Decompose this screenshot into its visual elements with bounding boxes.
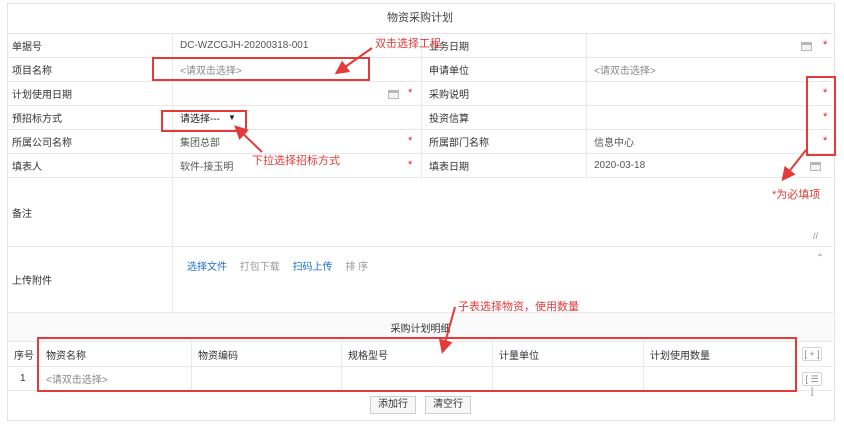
arrow-to-subtable — [438, 306, 456, 354]
annotation-double-click: 双击选择工程 — [375, 38, 441, 50]
arrow-to-bid — [234, 125, 263, 153]
arrow-to-required — [781, 149, 807, 182]
annotation-dropdown: 下拉选择招标方式 — [252, 155, 340, 167]
annotation-subtable: 子表选择物资，使用数量 — [458, 301, 579, 313]
annotation-required: *为必填项 — [772, 189, 821, 201]
arrow-to-project — [334, 47, 373, 75]
annotation-arrows — [234, 47, 807, 354]
